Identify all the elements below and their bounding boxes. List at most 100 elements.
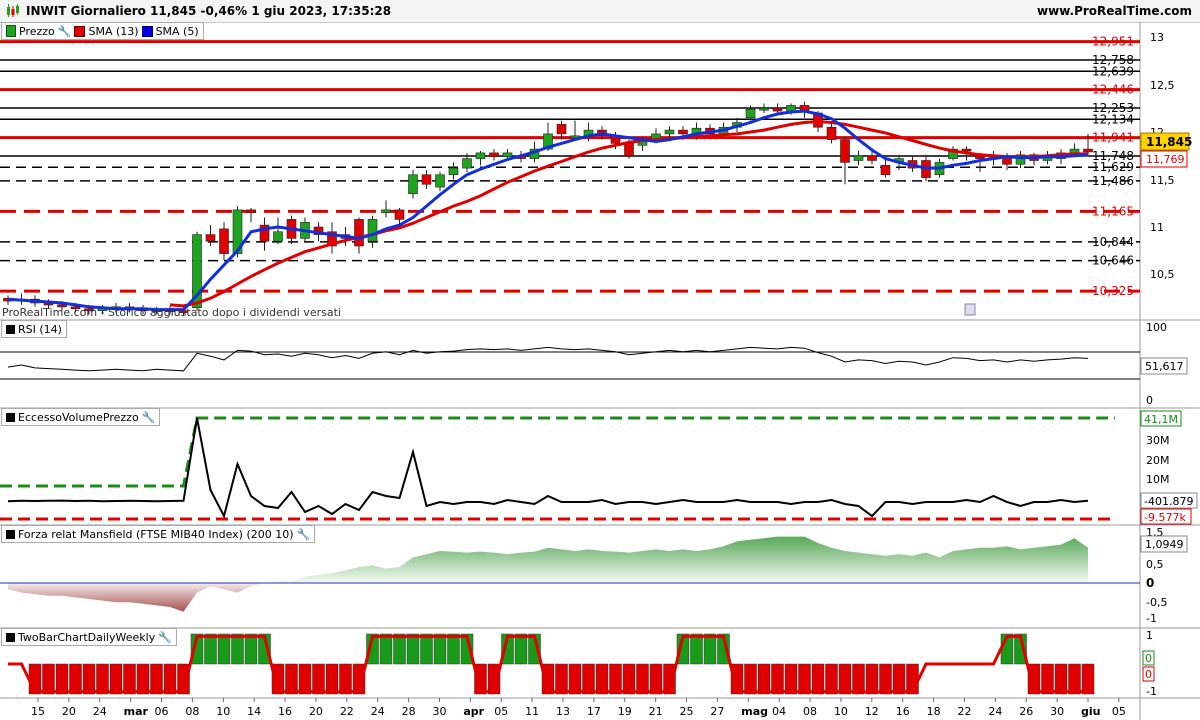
- twobar-bar: [892, 663, 906, 695]
- candle-body: [354, 219, 364, 247]
- x-tick-label: 10: [834, 705, 848, 718]
- twobar-bar: [636, 663, 649, 695]
- wrench-icon[interactable]: 🔧: [58, 25, 72, 38]
- candle-body: [678, 129, 688, 135]
- sma13-value: 11,769: [1146, 153, 1185, 166]
- x-tick-label: 24: [93, 705, 107, 718]
- twobar-bar: [82, 663, 96, 695]
- candle-body: [489, 152, 499, 157]
- rsi-panel[interactable]: 100 0 51,617: [0, 321, 1188, 407]
- wrench-icon[interactable]: 🔧: [297, 528, 311, 541]
- price-level-label: 11,165: [1092, 204, 1134, 218]
- y-tick: 13: [1150, 31, 1164, 44]
- watermark: ProRealTime.com - Storico aggiustato dop…: [2, 306, 341, 319]
- rsi-y-tick: 100: [1146, 321, 1167, 334]
- eccesso-panel[interactable]: 41,1M 30M 20M 10M -401.879 -9.577k: [0, 410, 1198, 525]
- twobar-bar: [325, 663, 339, 695]
- calendar-icon[interactable]: [964, 303, 976, 316]
- twobar-bar: [703, 633, 717, 665]
- price-level-label: 11,486: [1092, 174, 1134, 188]
- rsi-value: 51,617: [1145, 360, 1184, 373]
- price-level-label: 11,629: [1092, 160, 1134, 174]
- price-level-label: 10,844: [1092, 235, 1134, 249]
- candle-body: [867, 155, 877, 161]
- chart-title: INWIT Giornaliero 11,845 -0,46% 1 giu 20…: [26, 4, 392, 18]
- x-tick-label: 11: [525, 705, 539, 718]
- candle-body: [421, 174, 432, 185]
- candle-body: [1069, 148, 1080, 154]
- twobar-y-tick: 1: [1146, 629, 1153, 642]
- candlesticks: [3, 101, 1093, 316]
- price-level-label: 12,951: [1092, 35, 1134, 49]
- eccesso-value: -401.879: [1144, 495, 1193, 508]
- twobar-bar: [150, 663, 163, 695]
- candle-body: [772, 107, 783, 112]
- x-tick-label: 16: [278, 705, 292, 718]
- twobar-bar: [1054, 663, 1068, 695]
- twobar-bar: [69, 663, 82, 695]
- twobar-bar: [42, 663, 55, 695]
- twobar-bar: [514, 633, 528, 665]
- black-swatch-icon: [6, 632, 15, 642]
- x-tick-label: 16: [896, 705, 910, 718]
- candle-body: [219, 228, 229, 254]
- twobar-bar: [595, 663, 609, 695]
- twobar-bar: [744, 663, 757, 695]
- price-panel[interactable]: 12,95112,75812,63912,44612,25312,13411,9…: [0, 31, 1192, 319]
- price-level-label: 12,446: [1092, 83, 1134, 97]
- twobar-bar: [690, 633, 703, 665]
- x-tick-label: 26: [1019, 705, 1033, 718]
- wrench-icon[interactable]: 🔧: [158, 631, 172, 644]
- twobar-bar: [433, 633, 447, 665]
- rsi-legend: RSI (14): [1, 320, 67, 338]
- candle-body: [853, 155, 864, 161]
- candle-body: [759, 107, 769, 111]
- x-tick-label: 10: [216, 705, 230, 718]
- twobar-bar: [298, 663, 312, 695]
- x-tick-label: apr: [463, 705, 484, 718]
- x-tick-label: 28: [402, 705, 416, 718]
- price-levels: 12,95112,75812,63912,44612,25312,13411,9…: [0, 35, 1140, 298]
- x-tick-label: 17: [587, 705, 601, 718]
- mansfield-negative-area: [8, 583, 1088, 612]
- x-tick-label: 19: [618, 705, 632, 718]
- x-tick-label: 30: [432, 705, 446, 718]
- legend-sma5: SMA (5): [155, 24, 199, 38]
- twobar-value-1: 0: [1145, 652, 1152, 665]
- x-tick-label: 13: [556, 705, 570, 718]
- twobar-bar: [447, 633, 460, 665]
- eccesso-label: EccessoVolumePrezzo: [18, 410, 139, 424]
- twobar-bar: [393, 633, 406, 665]
- candle-body: [1083, 148, 1093, 153]
- twobar-bar: [852, 663, 865, 695]
- y-tick: 11: [1150, 221, 1164, 234]
- mansfield-y-tick: 0: [1146, 576, 1154, 590]
- candle-body: [826, 126, 837, 140]
- x-tick-label: 20: [309, 705, 323, 718]
- candle-body: [205, 234, 216, 242]
- price-level-label: 12,134: [1092, 112, 1134, 126]
- legend-sma5-swatch: [141, 25, 153, 37]
- twobar-y-tick: -1: [1146, 685, 1157, 698]
- twobar-bar: [406, 633, 420, 665]
- twobar-value-2: 0: [1145, 668, 1152, 681]
- wrench-icon[interactable]: 🔧: [142, 411, 156, 424]
- candle-body: [408, 174, 418, 195]
- twobar-legend: TwoBarChartDailyWeekly 🔧: [1, 628, 177, 646]
- candle-body: [435, 174, 445, 188]
- eccesso-y-tick: 30M: [1146, 434, 1170, 447]
- rsi-line: [7, 346, 1089, 372]
- eccesso-y-tick: 10M: [1146, 473, 1170, 486]
- twobar-bar: [312, 663, 325, 695]
- price-level-label: 11,941: [1092, 131, 1134, 145]
- eccesso-legend: EccessoVolumePrezzo 🔧: [1, 408, 161, 426]
- black-swatch-icon: [6, 529, 15, 539]
- candle-body: [246, 209, 256, 214]
- site-link[interactable]: www.ProRealTime.com: [1037, 4, 1192, 18]
- x-tick-label: 18: [927, 705, 941, 718]
- candle-body: [786, 105, 796, 112]
- twobar-bar: [784, 663, 798, 695]
- x-tick-label: mar: [124, 705, 149, 718]
- twobar-panel[interactable]: 1 0 0 -1: [8, 629, 1157, 698]
- x-tick-label: 06: [155, 705, 169, 718]
